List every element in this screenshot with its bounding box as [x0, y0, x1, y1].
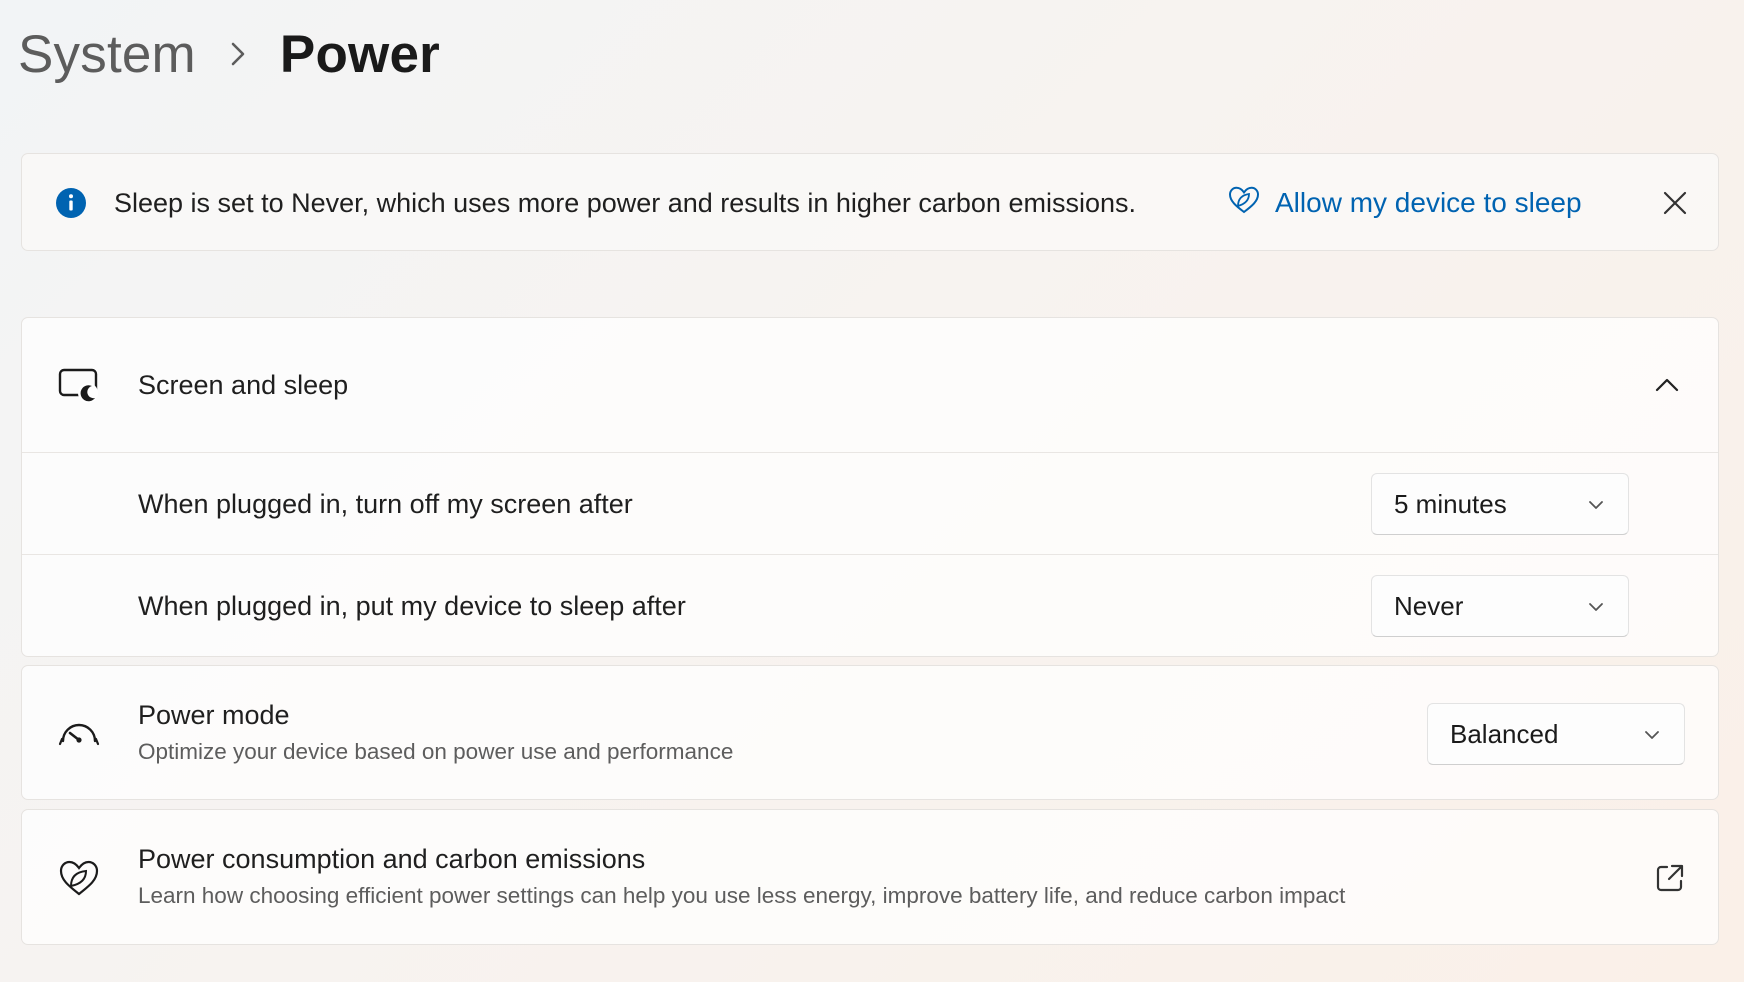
chevron-right-icon — [196, 41, 280, 67]
screen-off-dropdown[interactable]: 5 minutes — [1371, 473, 1629, 535]
sleep-after-dropdown[interactable]: Never — [1371, 575, 1629, 637]
carbon-emissions-subtitle: Learn how choosing efficient power setti… — [138, 883, 1346, 908]
chevron-down-icon — [1645, 731, 1659, 739]
power-mode-subtitle: Optimize your device based on power use … — [138, 739, 734, 764]
close-banner-button[interactable] — [1650, 178, 1700, 228]
screen-off-row: When plugged in, turn off my screen afte… — [22, 453, 1718, 555]
info-icon — [55, 187, 87, 224]
screen-and-sleep-title: Screen and sleep — [138, 370, 349, 400]
page-title: Power — [279, 24, 440, 84]
sleep-after-row: When plugged in, put my device to sleep … — [22, 555, 1718, 656]
chevron-up-icon — [1655, 378, 1679, 392]
power-mode-value: Balanced — [1450, 718, 1559, 749]
power-mode-title: Power mode — [138, 700, 290, 730]
carbon-emissions-link-card[interactable]: Power consumption and carbon emissions L… — [21, 809, 1719, 945]
banner-message: Sleep is set to Never, which uses more p… — [114, 187, 1136, 218]
chevron-down-icon — [1589, 501, 1603, 509]
screen-and-sleep-group: Screen and sleep When plugged in, turn o… — [21, 317, 1719, 657]
sleep-after-label: When plugged in, put my device to sleep … — [138, 590, 686, 621]
leaf-heart-icon — [1227, 185, 1261, 222]
sleep-after-value: Never — [1394, 590, 1464, 621]
leaf-heart-icon — [56, 855, 102, 901]
screen-and-sleep-header[interactable]: Screen and sleep — [22, 318, 1718, 453]
screen-off-value: 5 minutes — [1394, 488, 1507, 519]
power-mode-dropdown[interactable]: Balanced — [1427, 703, 1685, 765]
breadcrumb-system[interactable]: System — [18, 24, 196, 85]
screen-sleep-icon — [56, 363, 102, 409]
sleep-info-banner: Sleep is set to Never, which uses more p… — [21, 153, 1719, 251]
open-external-icon — [1656, 864, 1684, 892]
allow-sleep-label: Allow my device to sleep — [1275, 187, 1582, 218]
close-icon — [1663, 191, 1687, 215]
breadcrumb: System Power — [18, 14, 440, 94]
allow-sleep-link[interactable]: Allow my device to sleep — [1227, 154, 1582, 252]
power-mode-card: Power mode Optimize your device based on… — [21, 665, 1719, 800]
power-mode-gauge-icon — [56, 710, 102, 756]
carbon-emissions-title: Power consumption and carbon emissions — [138, 844, 646, 874]
screen-off-label: When plugged in, turn off my screen afte… — [138, 488, 633, 519]
chevron-down-icon — [1589, 603, 1603, 611]
